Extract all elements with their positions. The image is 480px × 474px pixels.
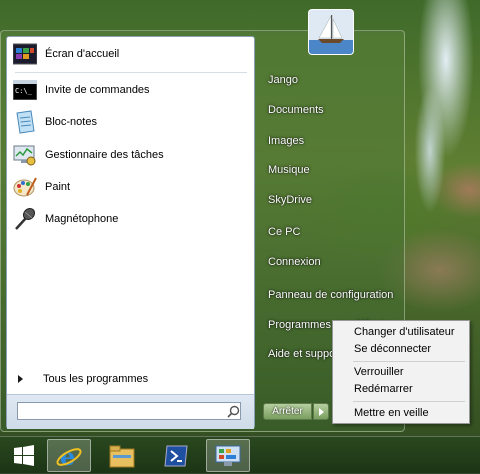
program-notepad[interactable]: Bloc-notes bbox=[13, 107, 249, 137]
program-label: Magnétophone bbox=[45, 213, 119, 225]
program-label: Écran d'accueil bbox=[45, 48, 120, 60]
svg-text:C:\_: C:\_ bbox=[15, 87, 33, 95]
shutdown-options-button[interactable] bbox=[313, 403, 329, 420]
start-button[interactable] bbox=[2, 439, 46, 472]
program-label: Gestionnaire des tâches bbox=[45, 149, 164, 161]
right-item-connect[interactable]: Connexion bbox=[268, 256, 321, 268]
right-item-images[interactable]: Images bbox=[268, 135, 304, 147]
power-context-menu: Changer d'utilisateur Se déconnecter Ver… bbox=[332, 320, 470, 424]
menu-item-switch-user[interactable]: Changer d'utilisateur bbox=[354, 326, 455, 338]
right-item-control-panel[interactable]: Panneau de configuration bbox=[268, 289, 393, 301]
all-programs-button[interactable]: Tous les programmes bbox=[15, 373, 148, 385]
sailboat-icon bbox=[309, 10, 353, 54]
right-item-help[interactable]: Aide et support bbox=[268, 348, 342, 360]
programs-pane: Écran d'accueil C:\_ Invite de commandes… bbox=[6, 36, 255, 429]
menu-item-lock[interactable]: Verrouiller bbox=[354, 366, 404, 378]
arrow-right-icon bbox=[18, 375, 23, 383]
right-item-this-pc[interactable]: Ce PC bbox=[268, 226, 300, 238]
search-icon[interactable] bbox=[227, 405, 240, 418]
program-task-manager[interactable]: Gestionnaire des tâches bbox=[13, 140, 249, 170]
divider bbox=[15, 72, 247, 73]
paint-icon bbox=[13, 175, 37, 199]
internet-explorer-icon: e bbox=[56, 442, 82, 470]
menu-divider bbox=[353, 361, 465, 362]
user-avatar[interactable] bbox=[308, 9, 354, 55]
right-item-documents[interactable]: Documents bbox=[268, 104, 324, 116]
program-start-screen[interactable]: Écran d'accueil bbox=[13, 39, 249, 69]
menu-item-log-off[interactable]: Se déconnecter bbox=[354, 343, 431, 355]
search-input[interactable] bbox=[17, 402, 241, 420]
windows-logo-icon bbox=[14, 444, 34, 466]
program-label: Invite de commandes bbox=[45, 84, 150, 96]
program-paint[interactable]: Paint bbox=[13, 172, 249, 202]
task-manager-icon bbox=[13, 143, 37, 167]
taskbar-control-panel[interactable] bbox=[206, 439, 250, 472]
search-area bbox=[7, 394, 254, 429]
right-item-jango[interactable]: Jango bbox=[268, 74, 298, 86]
command-prompt-icon: C:\_ bbox=[13, 78, 37, 102]
microphone-icon bbox=[13, 207, 37, 231]
start-screen-icon bbox=[13, 42, 37, 66]
program-command-prompt[interactable]: C:\_ Invite de commandes bbox=[13, 75, 249, 105]
powershell-icon bbox=[164, 445, 188, 466]
right-item-skydrive[interactable]: SkyDrive bbox=[268, 194, 312, 206]
right-item-music[interactable]: Musique bbox=[268, 164, 310, 176]
notepad-icon bbox=[13, 110, 37, 134]
program-label: Paint bbox=[45, 181, 71, 193]
program-sound-recorder[interactable]: Magnétophone bbox=[13, 204, 249, 234]
taskbar-internet-explorer[interactable]: e bbox=[47, 439, 91, 472]
menu-item-sleep[interactable]: Mettre en veille bbox=[354, 407, 429, 419]
taskbar-file-explorer[interactable] bbox=[100, 439, 144, 472]
all-programs-label: Tous les programmes bbox=[43, 373, 149, 385]
menu-item-restart[interactable]: Redémarrer bbox=[354, 383, 413, 395]
menu-divider bbox=[353, 401, 465, 402]
control-panel-icon bbox=[215, 445, 241, 466]
shutdown-button[interactable]: Arrêter bbox=[263, 403, 312, 420]
taskbar: e bbox=[0, 436, 480, 474]
file-explorer-icon bbox=[109, 445, 135, 467]
program-label: Bloc-notes bbox=[45, 116, 97, 128]
taskbar-powershell[interactable] bbox=[154, 439, 198, 472]
